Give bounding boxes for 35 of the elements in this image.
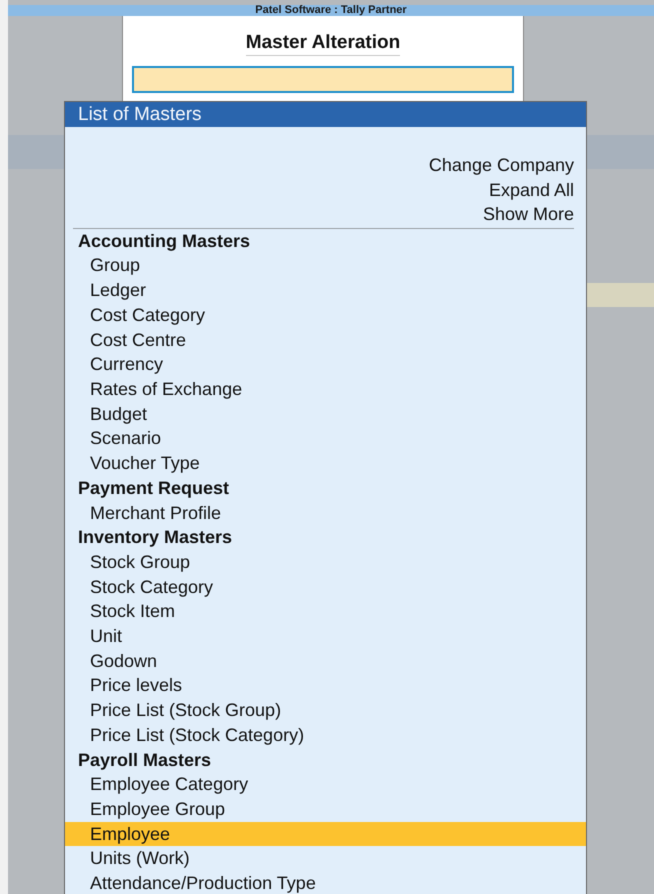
- list-item[interactable]: Budget: [65, 402, 586, 426]
- list-item[interactable]: Price List (Stock Group): [65, 698, 586, 723]
- list-item[interactable]: Godown: [65, 648, 586, 674]
- list-item[interactable]: Merchant Profile: [65, 500, 586, 526]
- group-heading: Payroll Masters: [77, 748, 212, 772]
- list-item[interactable]: Units (Work): [65, 846, 586, 872]
- list-item[interactable]: Ledger: [65, 278, 586, 303]
- screen-title: Master Alteration: [246, 32, 400, 56]
- list-item[interactable]: Stock Item: [65, 599, 586, 624]
- group-heading: Inventory Masters: [77, 526, 234, 550]
- app-title: Patel Software : Tally Partner: [255, 5, 407, 16]
- list-item[interactable]: Price List (Stock Category): [65, 722, 586, 748]
- action-link[interactable]: Expand All: [488, 178, 574, 202]
- list-item[interactable]: Attendance/Production Type: [65, 871, 586, 894]
- group-heading: Accounting Masters: [77, 230, 252, 253]
- list-item[interactable]: Employee: [65, 822, 586, 846]
- list-item[interactable]: Cost Centre: [65, 328, 586, 352]
- list-item[interactable]: Stock Group: [65, 550, 586, 575]
- background-band: [587, 283, 654, 307]
- list-item[interactable]: Scenario: [65, 426, 586, 452]
- list-item[interactable]: Employee Group: [65, 796, 586, 822]
- input-field[interactable]: [132, 66, 514, 93]
- list-item[interactable]: Rates of Exchange: [65, 377, 586, 402]
- list-title: List of Masters: [65, 102, 586, 127]
- list-item[interactable]: Group: [65, 253, 586, 278]
- list-item[interactable]: Price levels: [65, 673, 586, 698]
- list-item[interactable]: Voucher Type: [65, 451, 586, 476]
- action-link[interactable]: Show More: [482, 202, 574, 227]
- action-link[interactable]: Change Company: [428, 153, 574, 178]
- list-item[interactable]: Currency: [65, 352, 586, 377]
- list-item[interactable]: Cost Category: [65, 302, 586, 328]
- list-item[interactable]: Unit: [65, 624, 586, 649]
- list-item[interactable]: Stock Category: [65, 574, 586, 600]
- group-heading: Payment Request: [77, 476, 230, 500]
- list-item[interactable]: Employee Category: [65, 772, 586, 797]
